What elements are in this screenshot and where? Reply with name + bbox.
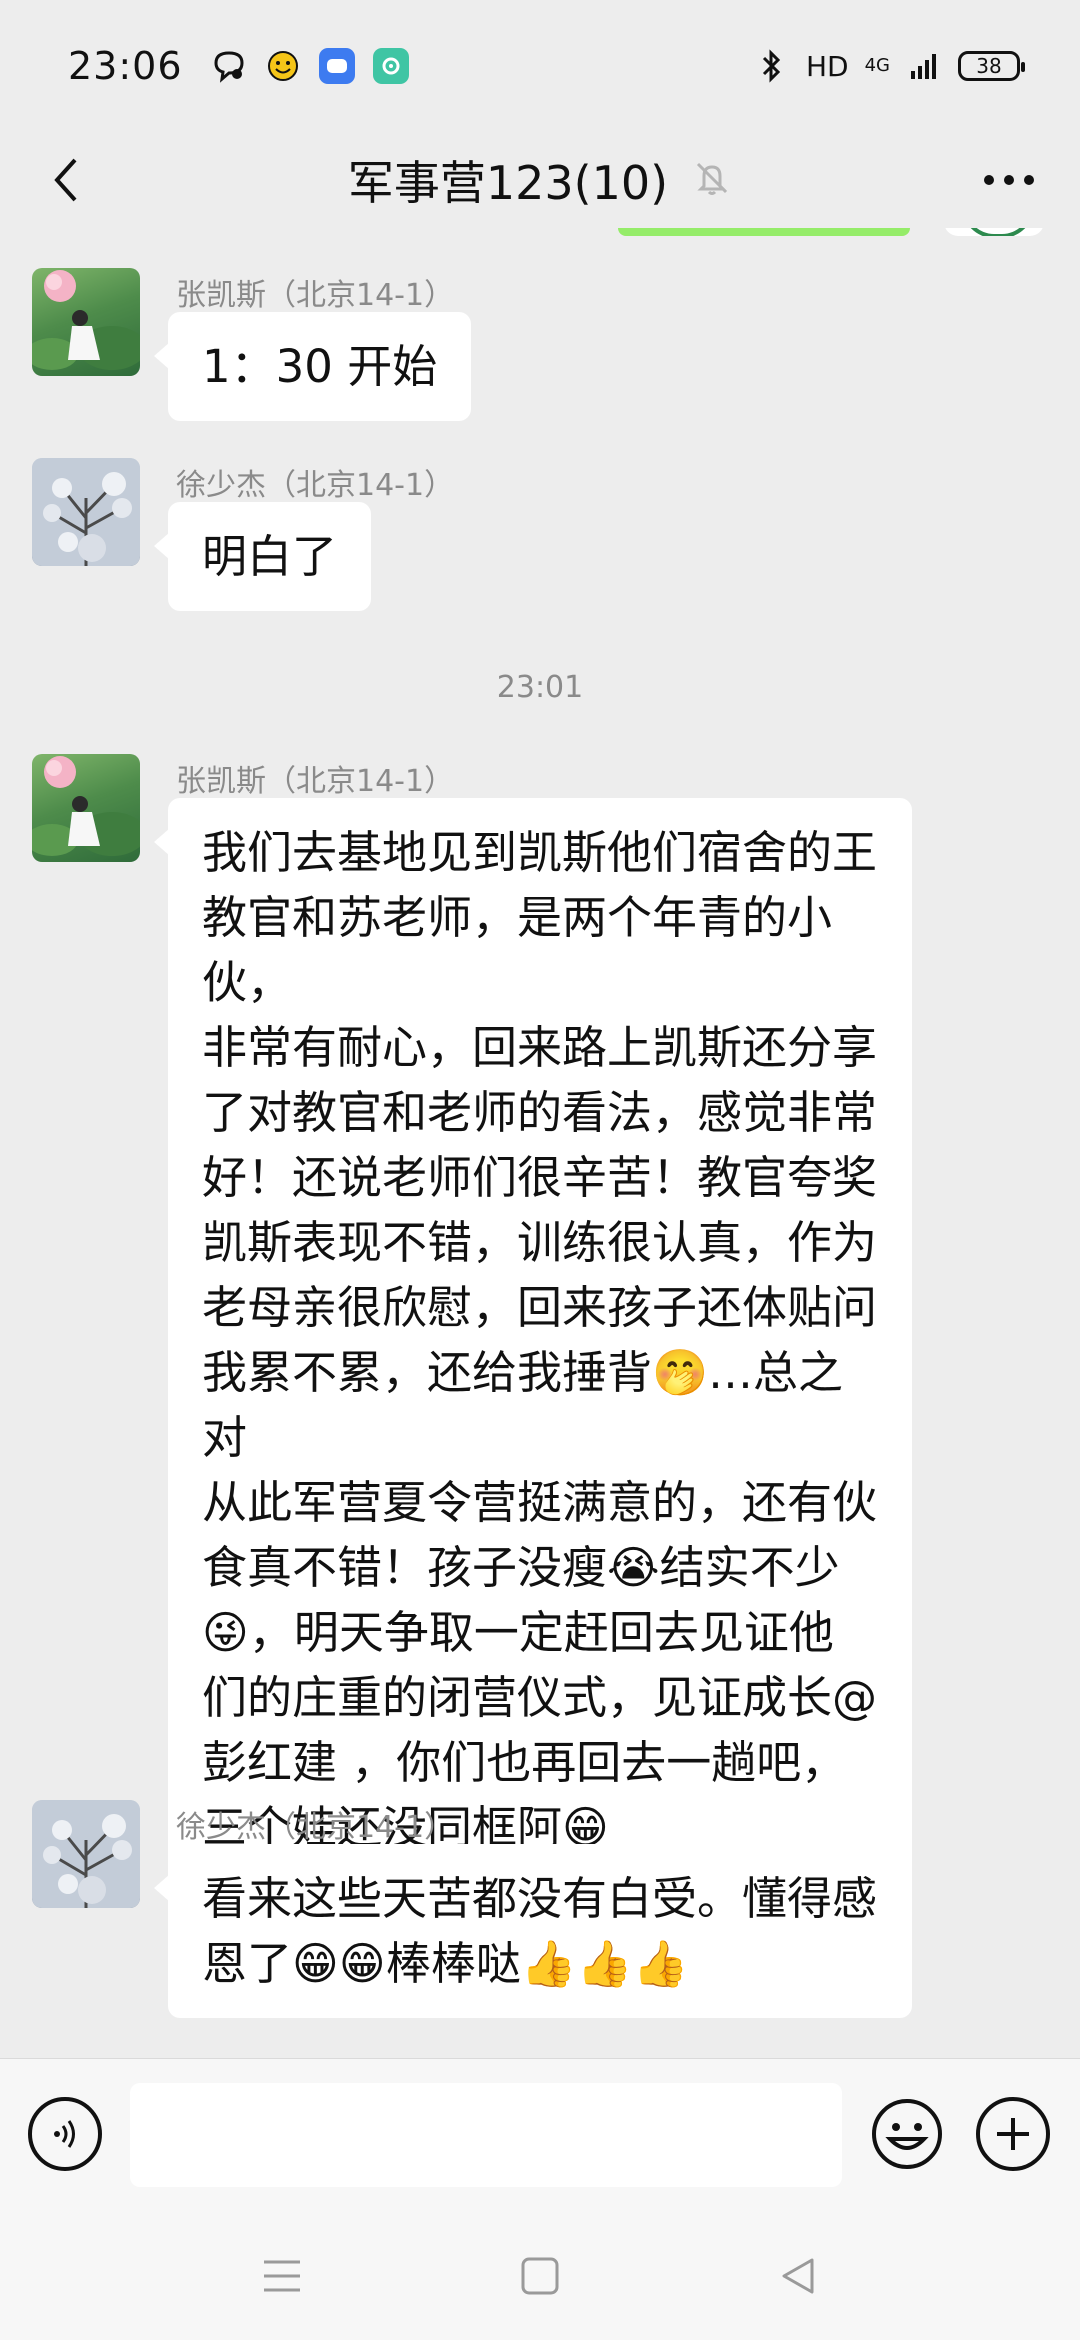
message-line: 好！还说老师们很辛苦！教官夸奖 [202, 1151, 878, 1204]
message-line: 从此军营夏令营挺满意的，还有伙 [202, 1476, 878, 1529]
message-bubble[interactable]: 我们去基地见到凯斯他们宿舍的王 教官和苏老师，是两个年青的小伙， 非常有耐心，回… [154, 798, 912, 1882]
winter-tree-avatar[interactable] [32, 1800, 140, 1908]
dot-icon [1004, 175, 1014, 185]
sender-name: 张凯斯（北京14-1） [176, 764, 455, 799]
message-bubble[interactable]: 明白了 [153, 502, 372, 611]
time-separator: 23:01 [496, 670, 584, 705]
lotus-girl-avatar[interactable] [32, 754, 140, 862]
voice-icon [54, 2120, 75, 2148]
system-nav-bar [0, 2208, 1080, 2340]
plus-icon [997, 2118, 1029, 2150]
home-button[interactable] [510, 2246, 570, 2306]
emoji-face-icon [265, 48, 301, 84]
battery-level: 38 [976, 54, 1002, 78]
message-line: 了对教官和老师的看法，感觉非常 [202, 1086, 878, 1139]
message-line: 恩了😁😁棒棒哒👍👍👍 [202, 1937, 689, 1990]
bluetooth-icon [754, 48, 790, 84]
message-line: 老母亲很欣慰，回来孩子还体贴问 [202, 1281, 878, 1334]
back-button[interactable] [34, 148, 98, 212]
message-line: 食真不错！孩子没瘦😭结实不少 [202, 1541, 840, 1594]
green-app-icon [372, 48, 409, 84]
dot-icon [984, 175, 994, 185]
emoji-icon [872, 2099, 942, 2169]
message-line: 我们去基地见到凯斯他们宿舍的王 [202, 826, 878, 879]
message-line: 看来这些天苦都没有白受。懂得感 [202, 1872, 878, 1925]
chat-header: 军事营123(10) [0, 132, 1080, 228]
input-bar [0, 2058, 1080, 2208]
signal-type: 4G [864, 55, 890, 76]
winter-tree-avatar[interactable] [32, 458, 140, 566]
self-message-bubble-partial[interactable] [618, 228, 910, 236]
menu-button[interactable] [252, 2246, 312, 2306]
status-bar: 23:06 HD 4G 38 [0, 0, 1080, 132]
chat-bubble-icon [211, 48, 247, 84]
message-bubble[interactable]: 1：30 开始 [153, 312, 472, 421]
emoji-button[interactable] [870, 2097, 944, 2171]
chat-title: 军事营123(10) [347, 156, 669, 210]
notification-icons [211, 48, 409, 84]
blue-app-icon [318, 48, 355, 84]
message-bubble[interactable]: 看来这些天苦都没有白受。懂得感 恩了😁😁棒棒哒👍👍👍 [154, 1844, 912, 2018]
status-time: 23:06 [68, 44, 183, 88]
message-line: 非常有耐心，回来路上凯斯还分享 [202, 1021, 878, 1074]
message-input[interactable] [130, 2083, 842, 2187]
more-options-button[interactable] [974, 148, 1044, 212]
message-line: 我累不累，还给我捶背🤭…总之对 [202, 1346, 844, 1464]
lotus-girl-avatar[interactable] [32, 268, 140, 376]
signal-bars-icon [906, 48, 942, 84]
chat-messages[interactable]: 张凯斯（北京14-1） 1：30 开始 徐少杰（北京14-1） 明白了 23:0… [0, 228, 1080, 2058]
bell-muted-icon [692, 158, 732, 202]
system-status: HD 4G 38 [754, 48, 1025, 84]
back-triangle-icon [782, 2258, 814, 2294]
message-text: 明白了 [202, 530, 338, 583]
message-text: 1：30 开始 [202, 340, 438, 393]
message-line: 们的庄重的闭营仪式，见证成长@ [202, 1671, 878, 1724]
home-square-icon [521, 2257, 559, 2295]
message-line: 凯斯表现不错，训练很认真，作为 [202, 1216, 878, 1269]
battery-indicator: 38 [958, 51, 1025, 81]
back-nav-button[interactable] [768, 2246, 828, 2306]
sender-name: 徐少杰（北京14-1） [176, 1810, 455, 1845]
message-line: 彭红建 ，你们也再回去一趟吧， [202, 1736, 847, 1789]
title-group: 军事营123(10) [0, 132, 1080, 228]
self-avatar-partial[interactable] [944, 228, 1044, 236]
more-functions-button[interactable] [976, 2097, 1050, 2171]
network-type: HD [805, 49, 849, 83]
message-line: 😜，明天争取一定赶回去见证他 [202, 1606, 834, 1659]
message-line: 教官和苏老师，是两个年青的小伙， [202, 891, 833, 1009]
menu-icon [264, 2260, 300, 2292]
sender-name: 张凯斯（北京14-1） [176, 278, 455, 313]
voice-button[interactable] [28, 2097, 102, 2171]
dot-icon [1024, 175, 1034, 185]
chevron-left-icon [54, 158, 77, 202]
sender-name: 徐少杰（北京14-1） [176, 468, 455, 503]
